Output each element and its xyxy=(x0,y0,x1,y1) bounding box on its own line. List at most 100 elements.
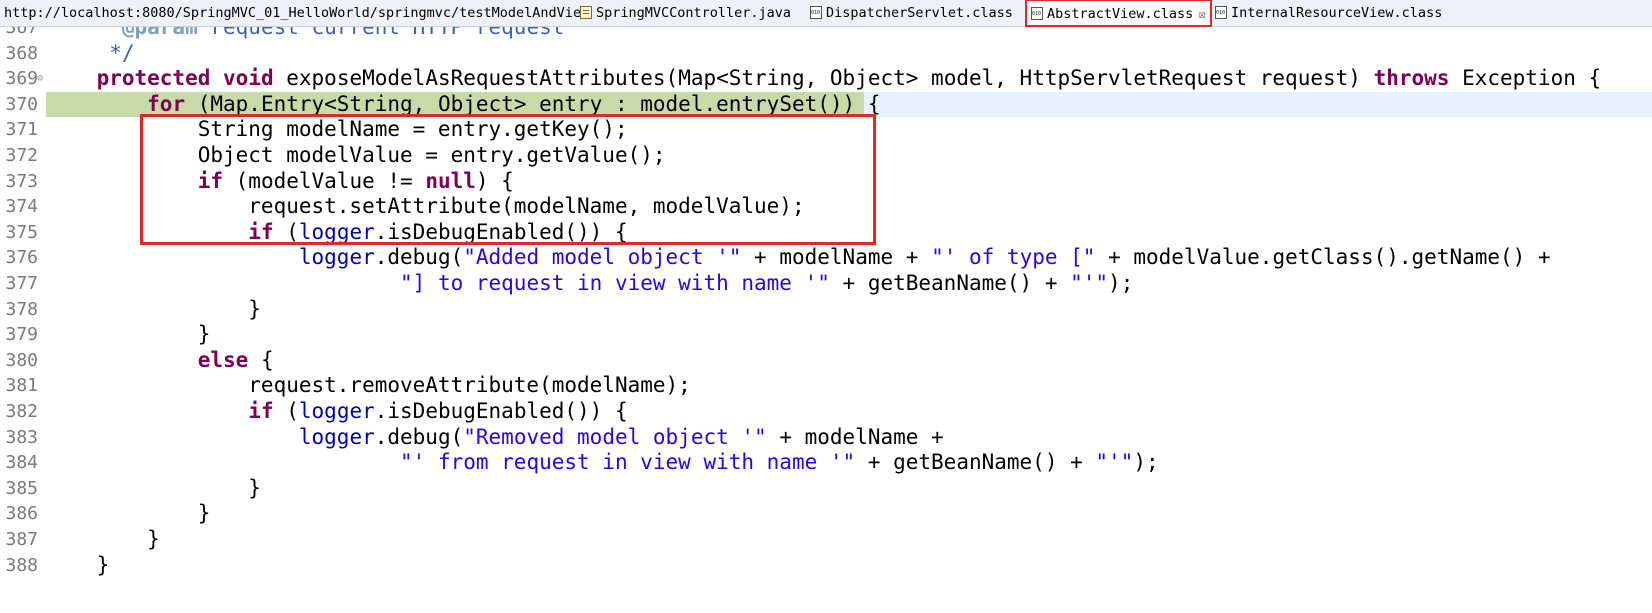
code-text[interactable]: request.setAttribute(modelName, modelVal… xyxy=(46,194,804,220)
line-number: 382 xyxy=(5,401,38,422)
line-number: 367 xyxy=(5,27,38,38)
code-text[interactable]: request.removeAttribute(modelName); xyxy=(46,373,691,399)
code-text[interactable]: String modelName = entry.getKey(); xyxy=(46,117,628,143)
class-file-icon xyxy=(1215,6,1227,19)
code-line: 376 logger.debug("Added model object '" … xyxy=(0,245,1652,271)
tab-abstractview[interactable]: AbstractView.class☒ xyxy=(1025,0,1212,27)
code-token: { xyxy=(248,347,274,372)
code-token: logger xyxy=(298,245,375,270)
code-text[interactable]: } xyxy=(46,476,261,502)
code-token: exposeModelAsRequestAttributes(Map<Strin… xyxy=(273,66,1374,91)
tab-dispatcherservlet[interactable]: DispatcherServlet.class xyxy=(806,0,1017,26)
line-number: 384 xyxy=(5,452,38,474)
code-token: .isDebugEnabled()) { xyxy=(374,399,628,423)
code-token: + modelName + xyxy=(766,424,944,449)
tab-browser-url[interactable]: http://localhost:8080/SpringMVC_01_Hello… xyxy=(0,0,593,26)
code-token: logger xyxy=(298,399,375,423)
code-token: null xyxy=(425,168,476,193)
code-text[interactable]: } xyxy=(46,322,211,348)
tab-internalresourceview[interactable]: InternalResourceView.class xyxy=(1211,0,1446,26)
code-text[interactable]: } xyxy=(46,553,110,579)
code-token: "'" xyxy=(1070,271,1109,295)
code-token: request.removeAttribute(modelName); xyxy=(46,373,691,398)
code-text[interactable]: protected void exposeModelAsRequestAttri… xyxy=(46,66,1602,92)
tab-label: InternalResourceView.class xyxy=(1231,5,1443,21)
code-token: else xyxy=(197,347,249,372)
code-token: (Map.Entry<String, Object> entry : model… xyxy=(185,91,881,116)
close-tab-icon[interactable]: ☒ xyxy=(1198,1,1205,28)
tab-label: http://localhost:8080/SpringMVC_01_Hello… xyxy=(4,5,590,21)
code-token: protected xyxy=(96,66,211,91)
code-token: + modelValue.getClass().getName() + xyxy=(1095,245,1551,270)
code-line: 375 if (logger.isDebugEnabled()) { xyxy=(0,220,1652,246)
code-token: */ xyxy=(46,40,135,65)
editor-tab-bar: http://localhost:8080/SpringMVC_01_Hello… xyxy=(0,0,1652,27)
code-line: 367 @param request current HTTP request xyxy=(0,27,1652,41)
code-token: logger xyxy=(298,219,375,244)
line-number: 386 xyxy=(5,503,38,525)
code-text[interactable]: } xyxy=(46,501,211,527)
code-token: Exception { xyxy=(1449,66,1602,91)
code-line: 382 if (logger.isDebugEnabled()) { xyxy=(0,399,1652,425)
line-number: 373 xyxy=(5,170,38,192)
line-number: 376 xyxy=(5,247,38,269)
code-text[interactable]: else { xyxy=(46,348,274,374)
code-token: .debug( xyxy=(374,424,464,449)
code-text[interactable]: */ xyxy=(46,40,135,67)
code-token: String modelName = entry.getKey(); xyxy=(46,117,628,142)
code-text[interactable]: "] to request in view with name '" + get… xyxy=(46,271,1133,297)
code-text[interactable]: Object modelValue = entry.getValue(); xyxy=(46,143,666,169)
tab-springmvccontroller[interactable]: SpringMVCController.java xyxy=(576,0,795,26)
tab-label: AbstractView.class xyxy=(1047,6,1194,22)
code-text[interactable]: if (logger.isDebugEnabled()) { xyxy=(46,219,628,246)
code-line: 370 for (Map.Entry<String, Object> entry… xyxy=(0,91,1652,118)
code-line: 372 Object modelValue = entry.getValue()… xyxy=(0,143,1652,169)
line-number: 385 xyxy=(5,477,38,499)
code-text[interactable]: logger.debug("Removed model object '" + … xyxy=(46,425,944,451)
code-text[interactable]: if (modelValue != null) { xyxy=(46,169,514,195)
line-number: 379 xyxy=(5,324,38,346)
code-text[interactable]: @param request current HTTP request xyxy=(46,27,565,41)
code-line: 386 } xyxy=(0,501,1652,527)
line-number: 375 xyxy=(5,221,38,243)
code-line: 380 else { xyxy=(0,348,1652,374)
code-text[interactable]: } xyxy=(46,527,160,553)
code-line: 387 } xyxy=(0,527,1652,553)
class-file-icon xyxy=(1031,7,1043,20)
line-number: 378 xyxy=(5,298,38,320)
code-line: 374 request.setAttribute(modelName, mode… xyxy=(0,194,1652,220)
code-token: logger xyxy=(298,424,375,449)
code-token: .isDebugEnabled()) { xyxy=(374,219,628,244)
code-token: "' from request in view with name '" xyxy=(400,450,856,475)
line-number: 387 xyxy=(5,529,38,550)
code-token: "'" xyxy=(1095,450,1134,475)
line-number: 370 xyxy=(5,93,38,115)
code-text[interactable]: logger.debug("Added model object '" + mo… xyxy=(46,245,1551,271)
code-token: ( xyxy=(273,219,299,244)
code-token: } xyxy=(46,501,211,526)
line-number: 388 xyxy=(5,554,38,576)
code-text[interactable]: "' from request in view with name '" + g… xyxy=(46,450,1159,476)
code-text[interactable]: for (Map.Entry<String, Object> entry : m… xyxy=(46,92,880,118)
code-token: "' of type [" xyxy=(931,245,1096,270)
code-text[interactable]: if (logger.isDebugEnabled()) { xyxy=(46,399,628,425)
line-number: 383 xyxy=(5,426,38,448)
code-editor[interactable]: 367 @param request current HTTP request 3… xyxy=(0,27,1652,613)
line-number: 372 xyxy=(5,145,38,166)
code-token: throws xyxy=(1373,66,1450,91)
line-number: 369 xyxy=(5,68,38,90)
code-token: + modelName + xyxy=(741,245,932,270)
code-text[interactable]: } xyxy=(46,297,261,323)
fold-toggle-icon[interactable]: ⊝ xyxy=(37,66,43,92)
code-line: 379 } xyxy=(0,322,1652,348)
code-token: request current HTTP request xyxy=(197,27,565,39)
code-line: 384 "' from request in view with name '"… xyxy=(0,450,1652,476)
